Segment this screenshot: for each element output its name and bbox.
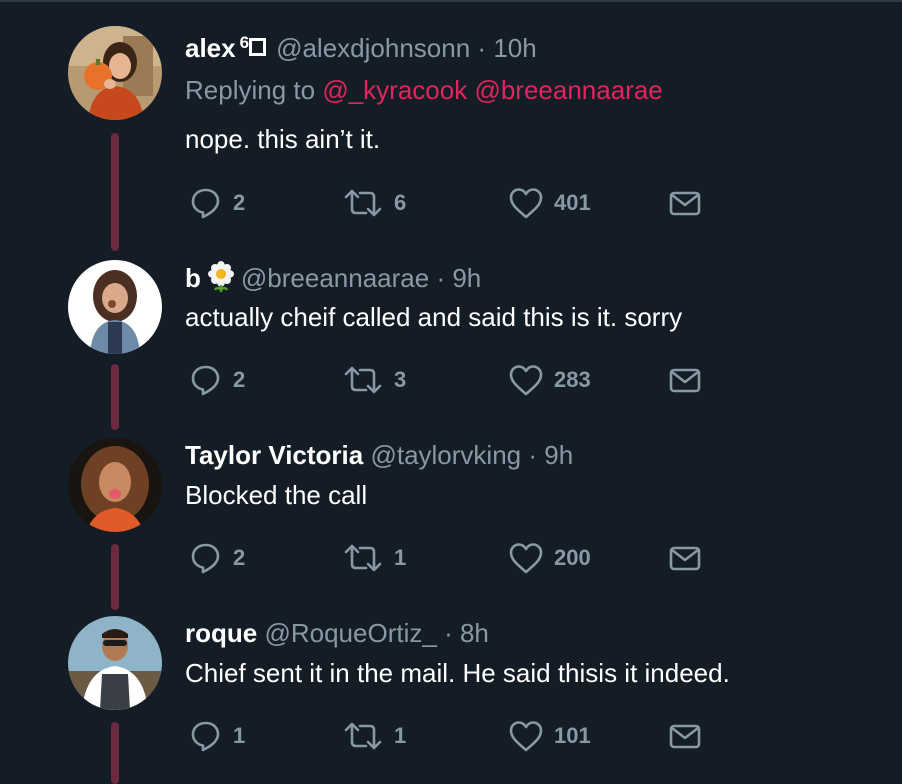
timestamp[interactable]: 10h [493, 33, 536, 63]
reply-count: 2 [233, 545, 246, 570]
like-button[interactable]: 401 [508, 183, 591, 223]
timestamp[interactable]: 9h [452, 263, 481, 293]
retweet-icon [344, 722, 382, 750]
like-icon [509, 188, 543, 219]
tweet[interactable]: b @breeannaarae · 9h actually cheif calle… [0, 260, 902, 438]
direct-message-button[interactable] [668, 183, 702, 223]
tweet-header: Taylor Victoria @taylorvking · 9h [185, 439, 573, 471]
user-handle[interactable]: @alexdjohnsonn [276, 33, 470, 63]
retweet-count: 1 [394, 723, 407, 748]
retweet-count: 3 [394, 367, 407, 392]
retweet-button[interactable]: 3 [342, 360, 406, 400]
tweet[interactable]: Taylor Victoria @taylorvking · 9h Blocke… [0, 438, 902, 616]
like-count: 101 [554, 723, 591, 748]
reply-count: 2 [233, 190, 246, 215]
replying-to: Replying to @_kyracook @breeannaarae [185, 74, 663, 106]
like-icon [509, 543, 543, 574]
daisy-flower-icon [207, 261, 235, 300]
tweet-actions: 2 6 401 [0, 183, 902, 223]
tweet[interactable]: roque @RoqueOrtiz_ · 8h Chief sent it in… [0, 616, 902, 784]
avatar[interactable] [68, 616, 162, 710]
mention-link[interactable]: @_kyracook [322, 75, 467, 105]
tweet-text: Blocked the call [185, 480, 368, 510]
like-count: 283 [554, 367, 591, 392]
separator: · [436, 263, 446, 293]
reply-count: 2 [233, 367, 246, 392]
separator: · [444, 618, 453, 648]
direct-message-icon [669, 368, 701, 393]
timestamp[interactable]: 8h [460, 618, 489, 648]
tweet-actions: 2 3 283 [0, 360, 902, 400]
avatar[interactable] [68, 260, 162, 354]
reply-icon [191, 721, 220, 752]
retweet-icon [344, 366, 382, 394]
user-handle[interactable]: @taylorvking [370, 440, 521, 470]
reply-count: 1 [233, 723, 246, 748]
direct-message-icon [669, 191, 701, 216]
retweet-button[interactable]: 6 [342, 183, 406, 223]
retweet-count: 1 [394, 545, 407, 570]
name-badge: 6 [239, 33, 250, 52]
like-count: 200 [554, 545, 591, 570]
separator: · [528, 440, 538, 470]
tweet-actions: 2 1 200 [0, 538, 902, 578]
reply-icon [191, 365, 220, 396]
tweet-text: actually cheif called and said this is i… [185, 302, 683, 332]
reply-icon [191, 543, 220, 574]
user-handle[interactable]: @breeannaarae [241, 263, 429, 293]
display-name[interactable]: Taylor Victoria [185, 440, 363, 470]
like-button[interactable]: 200 [508, 538, 591, 578]
tweet-text: Chief sent it in the mail. He said thisi… [185, 658, 730, 688]
display-name[interactable]: roque [185, 618, 257, 648]
mention-link[interactable]: @breeannaarae [474, 75, 662, 105]
timestamp[interactable]: 9h [544, 440, 573, 470]
direct-message-button[interactable] [668, 716, 702, 756]
tweet[interactable]: alex 6 @alexdjohnsonn · 10h Replying to @_… [0, 26, 902, 236]
like-icon [509, 365, 543, 396]
tweet-text: nope. this ain’t it. [185, 124, 381, 154]
reply-button[interactable]: 2 [189, 183, 245, 223]
top-divider [0, 0, 902, 2]
retweet-button[interactable]: 1 [342, 716, 406, 756]
direct-message-button[interactable] [668, 360, 702, 400]
retweet-icon [344, 544, 382, 572]
reply-icon [191, 188, 220, 219]
direct-message-icon [669, 724, 701, 749]
tweet-actions: 1 1 101 [0, 716, 902, 756]
like-button[interactable]: 283 [508, 360, 591, 400]
display-name[interactable]: b [185, 263, 201, 293]
avatar[interactable] [68, 438, 162, 532]
box-emoji-icon [249, 38, 267, 56]
display-name[interactable]: alex [185, 33, 236, 63]
reply-button[interactable]: 1 [189, 716, 245, 756]
direct-message-icon [669, 546, 701, 571]
separator: · [477, 33, 487, 63]
user-handle[interactable]: @RoqueOrtiz_ [264, 618, 436, 648]
like-count: 401 [554, 190, 591, 215]
tweet-header: b @breeannaarae · 9h [185, 261, 481, 300]
tweet-header: roque @RoqueOrtiz_ · 8h [185, 617, 489, 649]
retweet-button[interactable]: 1 [342, 538, 406, 578]
like-icon [509, 721, 543, 752]
tweet-header: alex 6 @alexdjohnsonn · 10h [185, 27, 537, 64]
like-button[interactable]: 101 [508, 716, 591, 756]
avatar[interactable] [68, 26, 162, 120]
reply-button[interactable]: 2 [189, 360, 245, 400]
replying-to-label: Replying to [185, 75, 316, 105]
direct-message-button[interactable] [668, 538, 702, 578]
reply-button[interactable]: 2 [189, 538, 245, 578]
retweet-count: 6 [394, 190, 407, 215]
retweet-icon [344, 189, 382, 217]
